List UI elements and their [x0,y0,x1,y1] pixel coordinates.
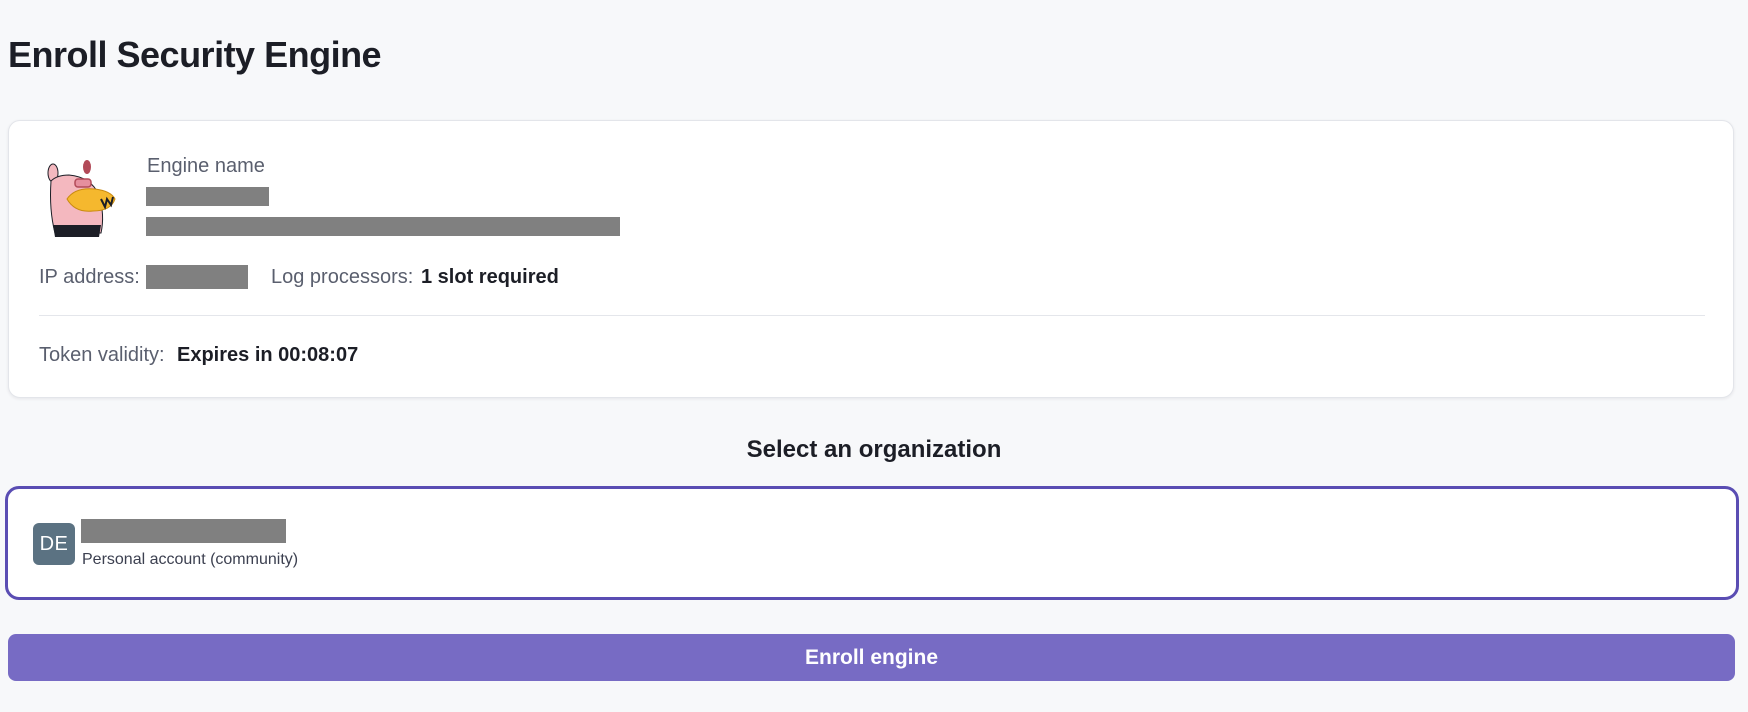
select-organization-title: Select an organization [746,436,1002,463]
card-divider [39,315,1705,316]
engine-info-card: Engine name IP address: Log processors: … [8,120,1734,398]
log-processors-value: 1 slot required [421,266,559,288]
engine-name-redacted [146,187,269,206]
token-validity-value: Expires in 00:08:07 [177,344,359,366]
ip-address-redacted [146,265,248,289]
log-processors-label: Log processors: [271,266,414,288]
organization-avatar: DE [33,523,75,565]
engine-id-redacted [146,217,620,236]
enroll-engine-button[interactable]: Enroll engine [8,634,1735,681]
token-validity-label: Token validity: [39,344,165,366]
organization-option-selected[interactable]: DE Personal account (community) [5,486,1739,600]
engine-name-label: Engine name [147,155,265,177]
mascot-illustration-icon [47,160,116,237]
page-title: Enroll Security Engine [8,34,382,75]
organization-subtitle: Personal account (community) [82,551,299,568]
ip-address-label: IP address: [39,266,140,288]
organization-name-redacted [81,519,286,543]
